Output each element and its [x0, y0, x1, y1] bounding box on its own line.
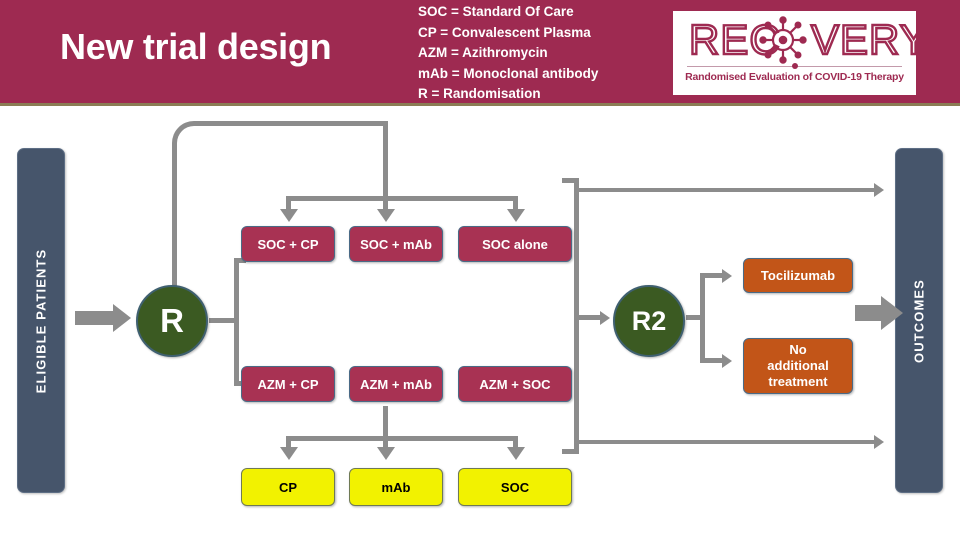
collector-to-r2-line	[574, 315, 600, 320]
top-outcome-line	[579, 188, 875, 192]
r2-input-arrowhead	[600, 310, 610, 325]
recovery-wordmark-icon: REC VERY	[688, 15, 916, 64]
azm-trunk-line	[234, 258, 239, 386]
header-banner: New trial design SOC = Standard Of Care …	[0, 0, 960, 106]
randomisation-r2-label: R2	[631, 305, 667, 336]
arm-cp[interactable]: CP	[241, 468, 335, 506]
abbreviation-legend: SOC = Standard Of Care CP = Convalescent…	[418, 2, 598, 105]
soc-arrowhead-2	[376, 209, 395, 222]
outcomes-label: OUTCOMES	[911, 278, 927, 363]
arm-mab[interactable]: mAb	[349, 468, 443, 506]
arm-soc[interactable]: SOC	[458, 468, 572, 506]
arm-soc-cp[interactable]: SOC + CP	[241, 226, 335, 262]
trunk-down-line	[383, 121, 388, 201]
legend-item: CP = Convalescent Plasma	[418, 24, 591, 40]
r2-branch-lower	[700, 358, 722, 363]
svg-text:VERY: VERY	[811, 16, 916, 63]
arm-label: SOC + mAb	[360, 236, 432, 252]
plain-row-distributor	[286, 436, 518, 441]
tocilizumab-arrowhead	[722, 268, 732, 283]
arm-label: CP	[278, 479, 298, 495]
bottom-outcome-line	[579, 440, 875, 444]
arm-label: mAb	[381, 479, 411, 495]
arm-label: SOC	[500, 479, 530, 495]
plain-row-stem	[383, 406, 388, 436]
arm-soc-alone[interactable]: SOC alone	[458, 226, 572, 262]
page-title: New trial design	[60, 26, 332, 67]
randomisation-r-label: R	[160, 302, 184, 339]
soc-row-distributor	[286, 196, 518, 201]
arm-azm-soc[interactable]: AZM + SOC	[458, 366, 572, 402]
top-outcome-arrowhead	[874, 183, 884, 197]
arm-soc-mab[interactable]: SOC + mAb	[349, 226, 443, 262]
r-to-trunk-elbow	[172, 121, 388, 293]
no-additional-arrowhead	[722, 353, 732, 368]
arm-azm-cp[interactable]: AZM + CP	[241, 366, 335, 402]
arm-azm-mab[interactable]: AZM + mAb	[349, 366, 443, 402]
legend-item: AZM = Azithromycin	[418, 45, 548, 60]
arm-label-line-2: additional	[767, 358, 829, 373]
arm-label: AZM + SOC	[479, 376, 551, 392]
randomisation-node-r2[interactable]: R2	[613, 285, 685, 357]
r2-collector-top-stub	[562, 178, 579, 183]
legend-item: SOC = Standard Of Care	[418, 4, 574, 19]
r2-branch-upper	[700, 273, 722, 278]
eligible-patients-bar: ELIGIBLE PATIENTS	[17, 148, 65, 493]
arm-tocilizumab[interactable]: Tocilizumab	[743, 258, 853, 293]
diagram-canvas: New trial design SOC = Standard Of Care …	[0, 0, 960, 540]
legend-item: mAb = Monoclonal antibody	[418, 65, 599, 81]
plain-arrowhead-3	[506, 447, 525, 460]
r2-branch-trunk	[700, 273, 705, 363]
arm-label: AZM + mAb	[360, 376, 432, 392]
arm-label-line-3: treatment	[768, 374, 828, 389]
bottom-outcome-arrowhead	[874, 435, 884, 449]
arm-no-additional-treatment[interactable]: No additional treatment	[743, 338, 853, 394]
plain-arrowhead-1	[279, 447, 298, 460]
eligible-patients-label: ELIGIBLE PATIENTS	[33, 248, 49, 393]
recovery-logo: REC VERY Randomised Evaluation of COVID-…	[673, 11, 916, 95]
randomisation-node-r[interactable]: R	[136, 285, 208, 357]
legend-item: R = Randomisation	[418, 86, 541, 101]
plain-arrowhead-2	[376, 447, 395, 460]
arm-label-line-1: No	[789, 342, 807, 357]
r2-collector-bottom-stub	[562, 449, 579, 454]
soc-arrowhead-3	[506, 209, 525, 222]
arm-label: SOC + CP	[257, 236, 319, 252]
soc-arrowhead-1	[279, 209, 298, 222]
arm-label: SOC alone	[482, 236, 548, 252]
logo-subtitle: Randomised Evaluation of COVID-19 Therap…	[685, 71, 904, 83]
arm-label: Tocilizumab	[760, 267, 836, 283]
logo-divider-dot	[792, 63, 798, 69]
arm-label: AZM + CP	[257, 376, 319, 392]
virus-icon	[759, 16, 807, 64]
